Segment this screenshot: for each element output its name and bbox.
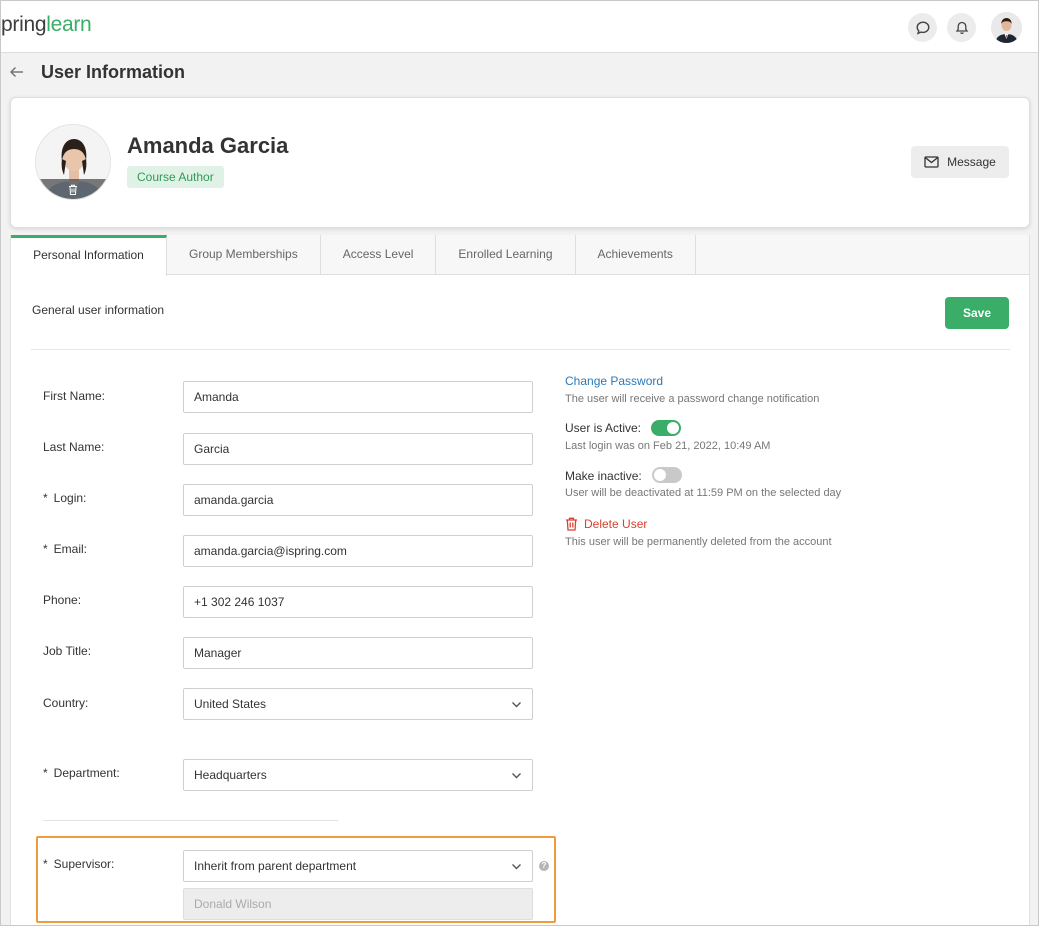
required-marker: * [43, 857, 48, 871]
app-window: pringlearn User Information Amanda Garci… [0, 0, 1039, 926]
last-name-input[interactable] [183, 433, 533, 465]
user-avatar[interactable] [35, 124, 111, 200]
country-label: Country: [43, 696, 89, 710]
country-select-value: United States [194, 697, 267, 711]
required-marker: * [43, 766, 48, 780]
required-marker: * [43, 542, 48, 556]
envelope-icon [924, 156, 939, 168]
toggle-knob [667, 422, 679, 434]
last-name-label: Last Name: [43, 440, 105, 454]
login-label: * Login: [43, 491, 86, 505]
tab-achievements[interactable]: Achievements [576, 235, 696, 275]
chevron-down-icon [512, 773, 521, 779]
section-label: General user information [32, 303, 165, 317]
user-active-toggle[interactable] [651, 420, 681, 436]
message-button[interactable]: Message [911, 146, 1009, 178]
delete-user-label: Delete User [584, 517, 648, 531]
required-marker: * [43, 491, 48, 505]
top-bar: pringlearn [1, 1, 1038, 53]
change-password-link[interactable]: Change Password [565, 374, 663, 388]
delete-user-link[interactable]: Delete User [565, 517, 647, 531]
job-title-input[interactable] [183, 637, 533, 669]
field-divider [43, 820, 338, 821]
login-label-text: Login: [53, 491, 87, 505]
user-active-label: User is Active: [565, 421, 642, 435]
trash-icon [566, 517, 577, 531]
phone-label: Phone: [43, 593, 82, 607]
trash-icon [69, 184, 77, 195]
role-badge: Course Author [127, 166, 224, 188]
email-label-text: Email: [53, 542, 88, 556]
make-inactive-toggle[interactable] [652, 467, 682, 483]
tab-access-level[interactable]: Access Level [321, 235, 437, 275]
chevron-down-icon [512, 864, 521, 870]
logo-text-accent: learn [46, 13, 92, 36]
tab-personal-information[interactable]: Personal Information [11, 235, 167, 276]
tab-group-memberships[interactable]: Group Memberships [167, 235, 321, 275]
phone-input[interactable] [183, 586, 533, 618]
department-select[interactable]: Headquarters [183, 759, 533, 791]
logo-text-main: pring [1, 13, 47, 36]
email-input[interactable] [183, 535, 533, 567]
change-password-hint: The user will receive a password change … [565, 393, 820, 405]
message-button-label: Message [947, 155, 996, 169]
login-input[interactable] [183, 484, 533, 516]
last-login-hint: Last login was on Feb 21, 2022, 10:49 AM [565, 440, 771, 452]
supervisor-label: * Supervisor: [43, 857, 114, 871]
tab-enrolled-learning[interactable]: Enrolled Learning [436, 235, 576, 275]
content-panel: Personal Information Group Memberships A… [10, 235, 1030, 925]
first-name-label: First Name: [43, 389, 106, 403]
back-arrow-icon[interactable] [8, 63, 26, 81]
make-inactive-label: Make inactive: [565, 469, 642, 483]
current-user-avatar[interactable] [991, 12, 1022, 43]
tab-bar: Personal Information Group Memberships A… [11, 235, 1029, 276]
profile-card: Amanda Garcia Course Author Message [10, 97, 1030, 228]
help-icon[interactable]: ? [539, 861, 549, 871]
department-label-text: Department: [53, 766, 120, 780]
department-label: * Department: [43, 766, 120, 780]
page-title: User Information [41, 62, 186, 82]
email-label: * Email: [43, 542, 87, 556]
job-title-label: Job Title: [43, 644, 92, 658]
user-full-name: Amanda Garcia [127, 133, 289, 158]
save-button[interactable]: Save [945, 297, 1009, 329]
supervisor-label-text: Supervisor: [53, 857, 115, 871]
first-name-input[interactable] [183, 381, 533, 413]
section-divider [31, 349, 1010, 350]
delete-user-hint: This user will be permanently deleted fr… [565, 536, 832, 548]
avatar-delete-overlay[interactable] [36, 179, 110, 199]
inherited-supervisor-input [183, 888, 533, 920]
supervisor-select[interactable]: Inherit from parent department [183, 850, 533, 882]
chat-icon[interactable] [908, 13, 937, 42]
toggle-knob [654, 469, 666, 481]
bell-icon[interactable] [947, 13, 976, 42]
country-select[interactable]: United States [183, 688, 533, 720]
logo[interactable]: pringlearn [1, 13, 92, 37]
chevron-down-icon [512, 702, 521, 708]
deactivation-hint: User will be deactivated at 11:59 PM on … [565, 487, 842, 499]
department-select-value: Headquarters [194, 768, 267, 782]
supervisor-select-value: Inherit from parent department [194, 859, 357, 873]
